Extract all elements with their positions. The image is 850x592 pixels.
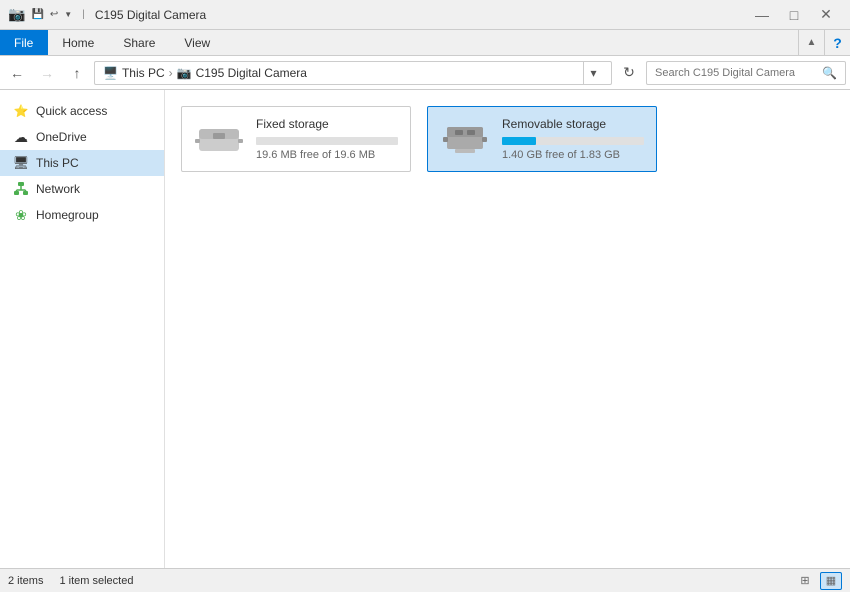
sidebar-item-onedrive[interactable]: ☁ OneDrive <box>0 124 164 150</box>
fixed-storage-bar-bg <box>256 137 398 145</box>
address-bar: ← → ↑ 🖥️ This PC › 📷 C195 Digital Camera… <box>0 56 850 90</box>
back-button[interactable]: ← <box>4 60 30 86</box>
address-dropdown[interactable]: ▾ <box>583 62 603 84</box>
search-input[interactable] <box>655 67 822 79</box>
fixed-storage-info: Fixed storage 19.6 MB free of 19.6 MB <box>256 117 398 161</box>
title-bar: 📷 💾 ↩ ▼ | C195 Digital Camera — □ ✕ <box>0 0 850 30</box>
sidebar-item-this-pc[interactable]: 🖥 This PC <box>0 150 164 176</box>
sidebar-item-network[interactable]: Network <box>0 176 164 202</box>
title-bar-title: C195 Digital Camera <box>95 8 206 22</box>
fixed-storage-item[interactable]: Fixed storage 19.6 MB free of 19.6 MB <box>181 106 411 172</box>
path-camera-icon: 📷 <box>177 66 192 80</box>
removable-storage-item[interactable]: Removable storage 1.40 GB free of 1.83 G… <box>427 106 657 172</box>
sidebar: ⭐ Quick access ☁ OneDrive 🖥 This PC <box>0 90 165 568</box>
search-icon[interactable]: 🔍 <box>822 66 837 80</box>
qat-dropdown[interactable]: ▼ <box>64 10 72 19</box>
tab-view[interactable]: View <box>170 30 225 55</box>
removable-storage-info: Removable storage 1.40 GB free of 1.83 G… <box>502 117 644 161</box>
ribbon-expand-icon[interactable]: ▲ <box>798 30 824 55</box>
path-this-pc[interactable]: This PC <box>122 66 165 80</box>
removable-storage-icon <box>440 121 490 157</box>
maximize-button[interactable]: □ <box>778 0 810 30</box>
status-info: 2 items 1 item selected <box>8 575 133 587</box>
ribbon-tabs: File Home Share View ▲ ? <box>0 30 850 56</box>
path-pc-icon: 🖥️ <box>103 66 118 80</box>
fixed-storage-name: Fixed storage <box>256 117 398 131</box>
main-area: ⭐ Quick access ☁ OneDrive 🖥 This PC <box>0 90 850 568</box>
network-icon <box>12 180 30 198</box>
sidebar-item-homegroup[interactable]: ❀ Homegroup <box>0 202 164 228</box>
monitor-icon: 🖥 <box>12 154 30 172</box>
refresh-button[interactable]: ↻ <box>616 60 642 86</box>
cloud-icon: ☁ <box>12 128 30 146</box>
forward-button[interactable]: → <box>34 60 60 86</box>
homegroup-icon: ❀ <box>12 206 30 224</box>
removable-storage-bar-fill <box>502 137 536 145</box>
window-controls: — □ ✕ <box>746 0 842 30</box>
item-count: 2 items <box>8 575 43 587</box>
qat-save[interactable]: 💾 <box>31 9 43 20</box>
close-button[interactable]: ✕ <box>810 0 842 30</box>
sidebar-item-quick-access[interactable]: ⭐ Quick access <box>0 98 164 124</box>
tab-share[interactable]: Share <box>109 30 170 55</box>
qat-undo[interactable]: ↩ <box>50 9 58 20</box>
details-view-button[interactable]: ⊞ <box>794 572 816 590</box>
tab-file[interactable]: File <box>0 30 48 55</box>
minimize-button[interactable]: — <box>746 0 778 30</box>
selection-info: 1 item selected <box>59 575 133 587</box>
up-button[interactable]: ↑ <box>64 60 90 86</box>
address-path[interactable]: 🖥️ This PC › 📷 C195 Digital Camera ▾ <box>94 61 612 85</box>
path-camera[interactable]: C195 Digital Camera <box>196 66 307 80</box>
fixed-storage-free: 19.6 MB free of 19.6 MB <box>256 149 398 161</box>
large-icons-button[interactable]: ▦ <box>820 572 842 590</box>
help-button[interactable]: ? <box>824 30 850 56</box>
search-box[interactable]: 🔍 <box>646 61 846 85</box>
removable-storage-name: Removable storage <box>502 117 644 131</box>
status-bar: 2 items 1 item selected ⊞ ▦ <box>0 568 850 592</box>
removable-storage-free: 1.40 GB free of 1.83 GB <box>502 149 644 161</box>
view-toggle: ⊞ ▦ <box>794 572 842 590</box>
fixed-storage-icon <box>194 121 244 157</box>
content-area: Fixed storage 19.6 MB free of 19.6 MB <box>165 90 850 568</box>
path-sep-1: › <box>169 66 173 80</box>
star-icon: ⭐ <box>12 102 30 120</box>
title-bar-icon: 📷 <box>8 6 25 23</box>
removable-storage-bar-bg <box>502 137 644 145</box>
tab-home[interactable]: Home <box>48 30 109 55</box>
